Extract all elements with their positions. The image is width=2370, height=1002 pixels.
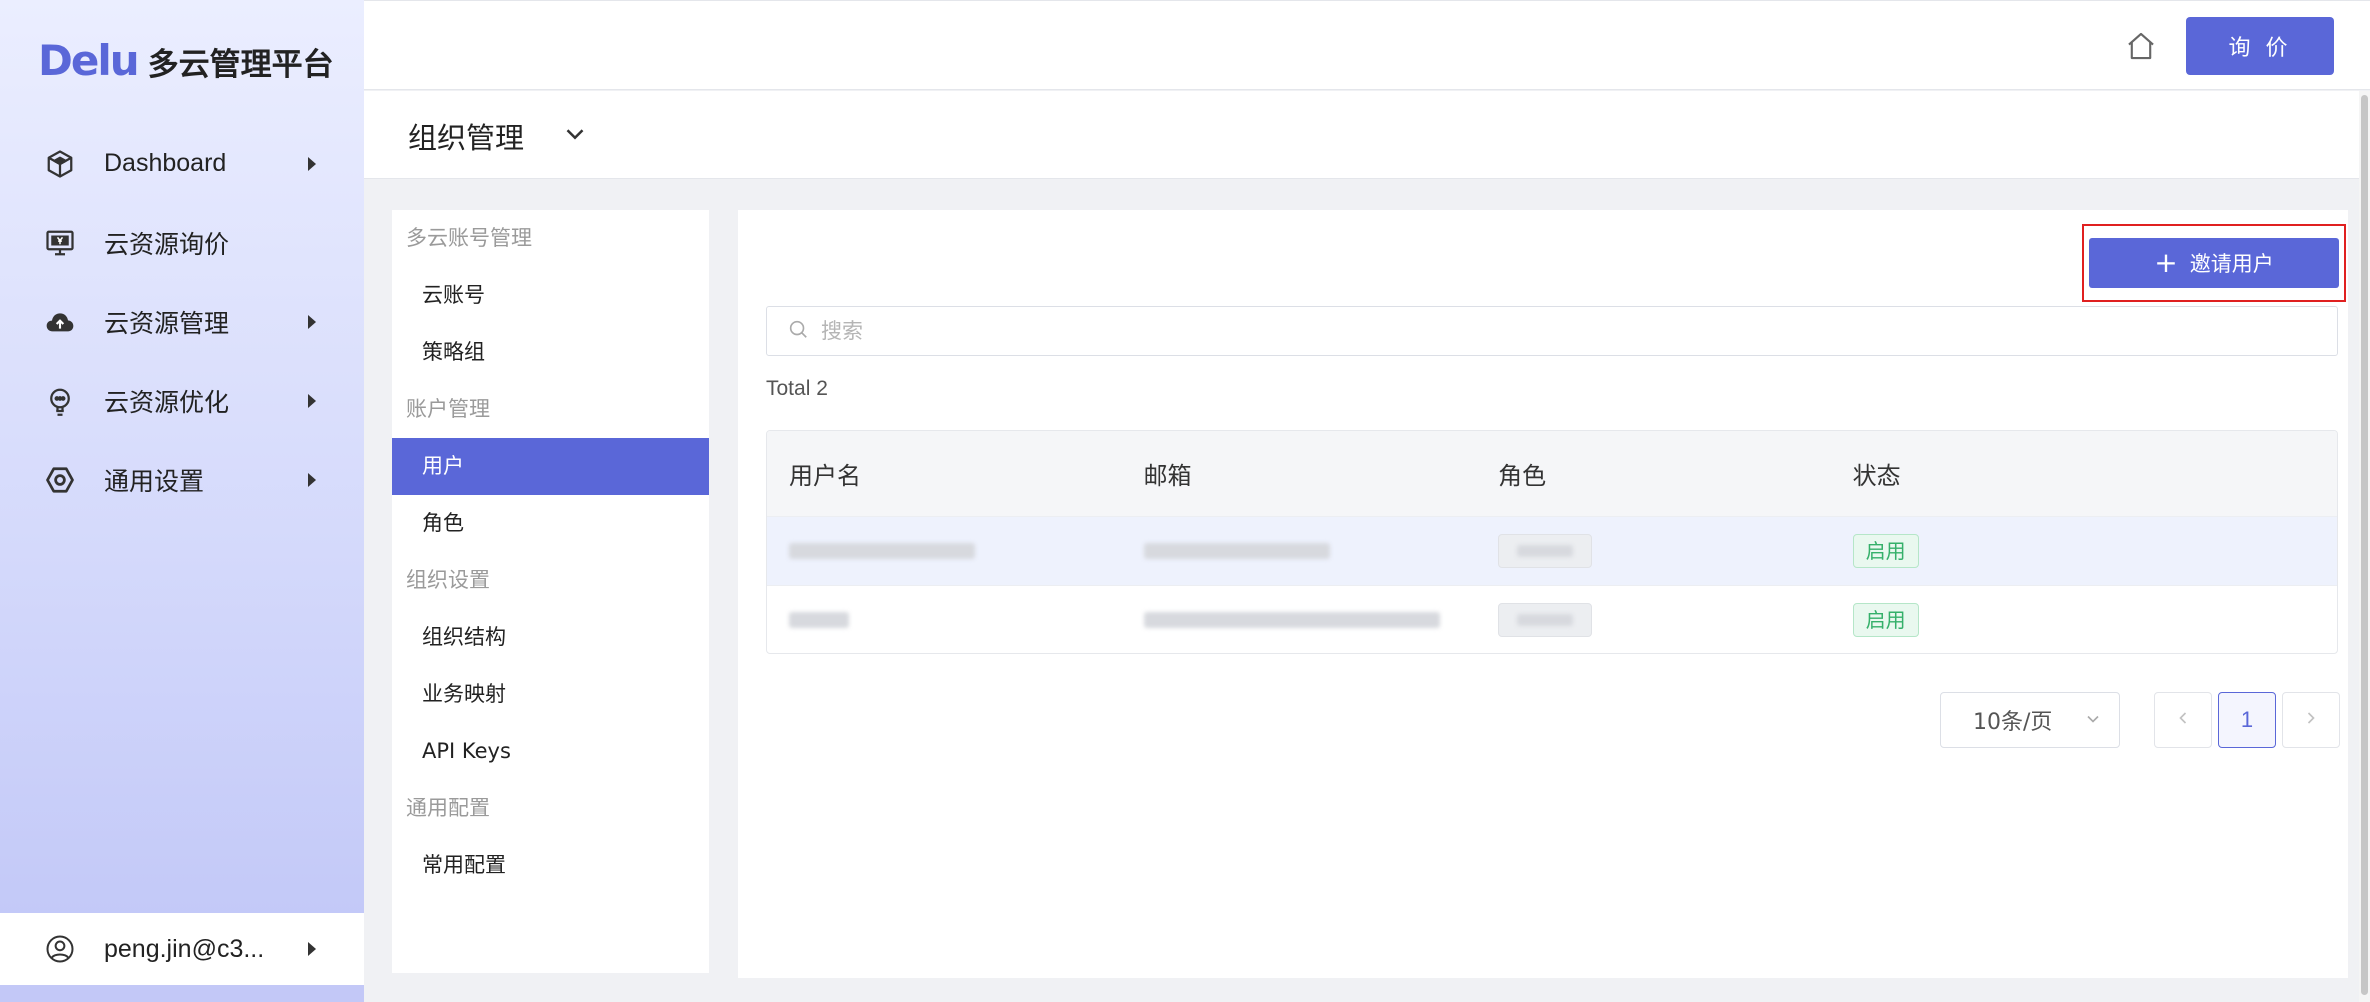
redacted-text bbox=[1517, 614, 1574, 626]
column-header-email[interactable]: 邮箱 bbox=[1122, 456, 1477, 491]
submenu-item-api-keys[interactable]: API Keys bbox=[392, 723, 709, 780]
home-icon[interactable] bbox=[2124, 29, 2158, 63]
caret-right-icon bbox=[308, 314, 316, 329]
main-nav: Dashboard 云资源询价 云资源管理 云资源优化 通用设置 bbox=[0, 124, 364, 519]
total-count: Total 2 bbox=[766, 377, 828, 400]
nav-label: 云资源优化 bbox=[104, 388, 230, 417]
redacted-text bbox=[1143, 612, 1440, 628]
role-tag bbox=[1498, 534, 1593, 568]
search-icon bbox=[787, 318, 809, 345]
caret-right-icon bbox=[308, 156, 316, 171]
page-size-value: 10条/页 bbox=[1973, 710, 2053, 735]
nav-item-cloud-pricing[interactable]: 云资源询价 bbox=[0, 203, 364, 282]
org-submenu: 多云账号管理 云账号 策略组 账户管理 用户 角色 组织设置 组织结构 业务映射… bbox=[392, 210, 709, 973]
hexagon-gear-icon bbox=[42, 462, 78, 498]
cube-icon bbox=[42, 146, 78, 182]
submenu-item-common-config[interactable]: 常用配置 bbox=[392, 837, 709, 894]
plus-icon: + bbox=[2154, 246, 2178, 279]
bulb-icon bbox=[42, 383, 78, 419]
column-header-status[interactable]: 状态 bbox=[1831, 456, 2337, 491]
role-tag bbox=[1498, 603, 1593, 637]
top-header: 询 价 bbox=[364, 0, 2370, 90]
submenu-item-business-mapping[interactable]: 业务映射 bbox=[392, 666, 709, 723]
user-email: peng.jin@c3... bbox=[104, 934, 265, 963]
status-badge: 启用 bbox=[1852, 534, 1919, 568]
page-scrollbar[interactable] bbox=[2359, 91, 2370, 1002]
sidebar: Delu 多云管理平台 Dashboard 云资源询价 云资源管理 云资源优化 … bbox=[0, 0, 364, 1002]
submenu-item-org-structure[interactable]: 组织结构 bbox=[392, 609, 709, 666]
username-cell bbox=[767, 543, 1122, 559]
email-cell bbox=[1122, 543, 1477, 559]
next-page-button[interactable] bbox=[2282, 692, 2340, 748]
column-header-username[interactable]: 用户名 bbox=[767, 456, 1122, 491]
user-menu[interactable]: peng.jin@c3... bbox=[0, 913, 364, 985]
nav-item-cloud-management[interactable]: 云资源管理 bbox=[0, 282, 364, 361]
nav-label: 通用设置 bbox=[104, 467, 205, 496]
caret-right-icon bbox=[308, 393, 316, 408]
redacted-text bbox=[789, 543, 975, 559]
invite-user-label: 邀请用户 bbox=[2189, 252, 2274, 276]
submenu-item-roles[interactable]: 角色 bbox=[392, 495, 709, 552]
submenu-item-policy-group[interactable]: 策略组 bbox=[392, 324, 709, 381]
chevron-right-icon bbox=[2301, 708, 2321, 733]
chevron-down-icon bbox=[2083, 709, 2103, 729]
search-input[interactable] bbox=[821, 319, 2221, 343]
nav-label: Dashboard bbox=[104, 149, 227, 177]
status-cell: 启用 bbox=[1831, 603, 2337, 637]
nav-item-dashboard[interactable]: Dashboard bbox=[0, 124, 364, 203]
logo[interactable]: Delu 多云管理平台 bbox=[38, 36, 334, 85]
column-header-role[interactable]: 角色 bbox=[1476, 456, 1831, 491]
redacted-text bbox=[1143, 543, 1330, 559]
redacted-text bbox=[789, 612, 849, 628]
nav-item-general-settings[interactable]: 通用设置 bbox=[0, 440, 364, 519]
quote-button[interactable]: 询 价 bbox=[2186, 17, 2334, 75]
chevron-left-icon bbox=[2173, 708, 2193, 733]
nav-label: 云资源询价 bbox=[104, 230, 230, 259]
page-titlebar: 组织管理 bbox=[364, 91, 2359, 179]
sidebar-footer bbox=[0, 985, 364, 1002]
email-cell bbox=[1122, 612, 1477, 628]
submenu-group-title: 通用配置 bbox=[406, 796, 490, 820]
users-table: 用户名 邮箱 角色 状态 启用 启用 bbox=[766, 430, 2338, 654]
table-row[interactable]: 启用 bbox=[767, 516, 2337, 585]
status-cell: 启用 bbox=[1831, 534, 2337, 568]
table-row[interactable]: 启用 bbox=[767, 585, 2337, 653]
role-cell bbox=[1476, 603, 1831, 637]
cloud-upload-icon bbox=[42, 304, 78, 340]
submenu-group-title: 账户管理 bbox=[406, 397, 490, 421]
status-badge: 启用 bbox=[1852, 603, 1919, 637]
caret-right-icon bbox=[308, 472, 316, 487]
table-header: 用户名 邮箱 角色 状态 bbox=[767, 431, 2337, 516]
nav-label: 云资源管理 bbox=[104, 309, 230, 338]
scrollbar-thumb[interactable] bbox=[2361, 95, 2368, 995]
submenu-group-title: 多云账号管理 bbox=[406, 226, 532, 250]
page-number-button[interactable]: 1 bbox=[2218, 692, 2276, 748]
submenu-group-title: 组织设置 bbox=[406, 568, 490, 592]
submenu-item-cloud-account[interactable]: 云账号 bbox=[392, 267, 709, 324]
prev-page-button[interactable] bbox=[2154, 692, 2212, 748]
username-cell bbox=[767, 612, 1122, 628]
caret-right-icon bbox=[308, 942, 316, 956]
search-box[interactable] bbox=[766, 306, 2338, 356]
redacted-text bbox=[1517, 545, 1574, 557]
submenu-item-users[interactable]: 用户 bbox=[392, 438, 709, 495]
page-size-select[interactable]: 10条/页 bbox=[1940, 692, 2120, 748]
logo-mark: Delu bbox=[38, 36, 140, 85]
logo-text: 多云管理平台 bbox=[147, 47, 334, 83]
chevron-down-icon[interactable] bbox=[560, 119, 590, 149]
monitor-yen-icon bbox=[42, 225, 78, 261]
page-title: 组织管理 bbox=[408, 121, 525, 155]
nav-item-cloud-optimization[interactable]: 云资源优化 bbox=[0, 361, 364, 440]
invite-user-button[interactable]: + 邀请用户 bbox=[2089, 238, 2339, 288]
users-panel: + 邀请用户 Total 2 用户名 邮箱 角色 状态 启用 启用 10条/ bbox=[738, 210, 2348, 978]
user-circle-icon bbox=[42, 931, 78, 967]
role-cell bbox=[1476, 534, 1831, 568]
